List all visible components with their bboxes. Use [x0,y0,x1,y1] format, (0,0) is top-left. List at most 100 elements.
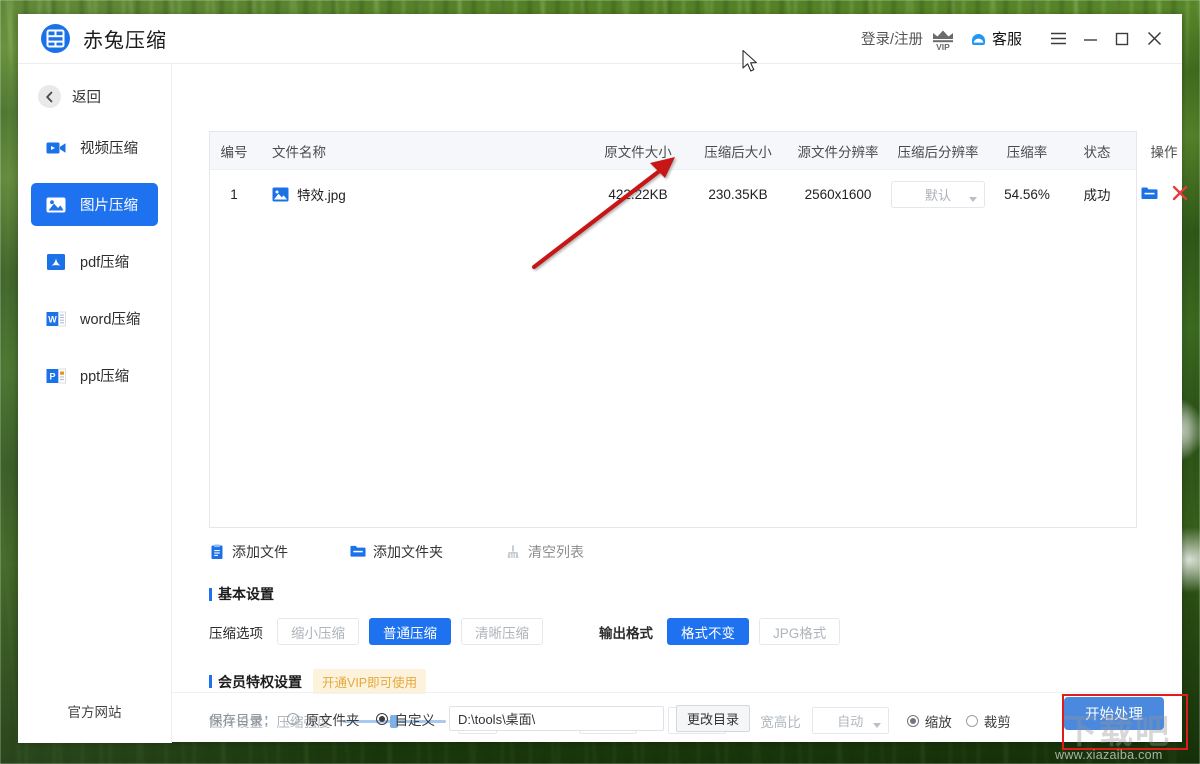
grid-logo-icon [40,23,71,54]
svg-text:VIP: VIP [936,42,950,51]
customer-service-button[interactable]: 客服 [970,28,1022,49]
headset-icon [970,30,987,47]
aspect-ratio-label: 宽高比 [760,714,801,730]
save-directory-row: 保存目录： 原文件夹 自定义 D:\tools\桌面\ 更改目录 [209,705,751,732]
row-actions-cell [1128,185,1200,204]
orig-folder-option[interactable]: 原文件夹 [286,709,360,729]
watermark-url: www.xiazaiba.com [1055,748,1163,762]
row-file-name: 特效.jpg [297,188,346,203]
svg-text:W: W [48,314,57,324]
output-format-label: 输出格式 [599,625,653,641]
column-header-ratio: 压缩率 [1006,144,1048,160]
add-file-button[interactable]: 添加文件 [209,542,288,562]
row-orig-res: 2560x1600 [804,186,872,202]
table-header-row: 编号 文件名称 原文件大小 压缩后大小 源文件分辨率 压缩后分辨率 压缩率 状态… [210,132,1178,170]
basic-settings-heading: 基本设置 [209,584,274,604]
custom-folder-label: 自定义 [394,712,436,728]
scale-radio[interactable] [906,714,919,727]
file-list-panel: 编号 文件名称 原文件大小 压缩后大小 源文件分辨率 压缩后分辨率 压缩率 状态… [209,131,1187,528]
sidebar-item-word[interactable]: W word压缩 [31,297,158,340]
format-chip-jpg[interactable]: JPG格式 [759,618,841,645]
image-file-icon [272,186,289,203]
scale-radio-option[interactable]: 缩放 [906,711,952,731]
scale-label: 缩放 [924,714,952,730]
compression-options-row: 压缩选项 缩小压缩 普通压缩 清晰压缩 输出格式 格式不变 JPG格式 [209,618,850,645]
sidebar-item-label: pdf压缩 [80,255,130,271]
table-row[interactable]: 1 特效.jpg 422.22KB 230.35KB 2560x1600 默认 … [210,170,1187,218]
minimize-icon[interactable] [1074,24,1106,54]
login-register-button[interactable]: 登录/注册 [861,28,923,49]
sidebar-nav: 视频压缩 图片压缩 pdf压缩 W word压缩 P ppt压缩 [18,126,171,397]
app-branding: 赤兔压缩 [40,23,167,54]
window-body: 返回 视频压缩 图片压缩 pdf压缩 W word压缩 P ppt压缩 官方网站… [18,64,1187,743]
custom-folder-radio[interactable] [375,712,388,725]
clear-list-button[interactable]: 清空列表 [505,542,584,562]
compress-chip-small[interactable]: 缩小压缩 [277,618,359,645]
sidebar-item-ppt[interactable]: P ppt压缩 [31,354,158,397]
maximize-icon[interactable] [1106,24,1138,54]
compress-chip-normal[interactable]: 普通压缩 [369,618,451,645]
aspect-ratio-select[interactable]: 自动 [811,707,889,734]
vip-settings-heading: 会员特权设置 开通VIP即可使用 [209,669,427,694]
row-orig-size: 422.22KB [608,186,668,202]
main-content: 编号 文件名称 原文件大小 压缩后大小 源文件分辨率 压缩后分辨率 压缩率 状态… [172,64,1187,743]
change-directory-button[interactable]: 更改目录 [676,705,751,732]
app-title: 赤兔压缩 [83,30,167,52]
vip-crown-icon[interactable]: VIP [930,27,956,52]
vip-upgrade-tag[interactable]: 开通VIP即可使用 [313,669,427,694]
crop-radio-option[interactable]: 裁剪 [965,711,1011,731]
close-icon[interactable] [1138,24,1170,54]
orig-folder-label: 原文件夹 [305,712,360,728]
save-path-input[interactable]: D:\tools\桌面\ [449,706,664,731]
folder-icon[interactable] [1141,186,1158,203]
sidebar-item-label: ppt压缩 [80,369,130,385]
sidebar-item-image[interactable]: 图片压缩 [31,183,158,226]
word-icon: W [45,308,67,330]
row-comp-res-value: 默认 [924,187,951,203]
row-comp-res-cell: 默认 [888,180,988,208]
sidebar-item-pdf[interactable]: pdf压缩 [31,240,158,283]
basic-settings-title: 基本设置 [218,586,274,602]
clear-list-label: 清空列表 [528,544,584,560]
row-ratio: 54.56% [1004,186,1050,202]
pdf-icon [45,251,67,273]
row-file-name-cell: 特效.jpg [258,184,588,204]
sidebar-item-label: word压缩 [80,312,141,328]
red-x-icon[interactable] [1172,185,1188,204]
hamburger-menu-icon[interactable] [1042,24,1074,54]
official-website-link[interactable]: 官方网站 [18,701,171,721]
add-folder-button[interactable]: 添加文件夹 [350,542,443,562]
titlebar-right-controls: 登录/注册 VIP 客服 [861,14,1170,63]
ppt-icon: P [45,365,67,387]
sidebar-item-video[interactable]: 视频压缩 [31,126,158,169]
mouse-cursor [742,50,757,72]
row-index: 1 [230,186,238,202]
column-header-comp-res: 压缩后分辨率 [897,144,979,160]
row-status: 成功 [1083,188,1111,203]
custom-folder-option[interactable]: 自定义 [375,709,436,729]
watermark-text: 下载吧 [1063,712,1171,752]
add-file-icon [209,544,225,560]
save-dir-label: 保存目录： [209,712,277,728]
column-header-action: 操作 [1150,144,1178,160]
crop-radio[interactable] [965,714,978,727]
row-comp-size: 230.35KB [708,186,768,202]
footer-divider [172,692,1182,693]
add-folder-label: 添加文件夹 [373,544,443,560]
chevron-down-icon [872,717,881,732]
column-header-no: 编号 [220,144,248,160]
section-accent-bar [209,587,212,601]
column-header-comp-size: 压缩后大小 [704,144,772,160]
title-bar: 赤兔压缩 登录/注册 VIP 客服 [18,14,1182,64]
compress-chip-clear[interactable]: 清晰压缩 [461,618,543,645]
folder-icon [350,544,366,560]
file-action-bar: 添加文件 添加文件夹 清空列表 [209,542,646,562]
aspect-ratio-value: 自动 [837,714,864,729]
back-button[interactable]: 返回 [38,85,171,108]
row-comp-res-select[interactable]: 默认 [891,180,985,208]
format-chip-keep[interactable]: 格式不变 [667,618,749,645]
orig-folder-radio[interactable] [286,712,299,725]
add-file-label: 添加文件 [232,544,288,560]
column-header-status: 状态 [1083,144,1111,160]
chevron-down-icon [969,191,977,206]
